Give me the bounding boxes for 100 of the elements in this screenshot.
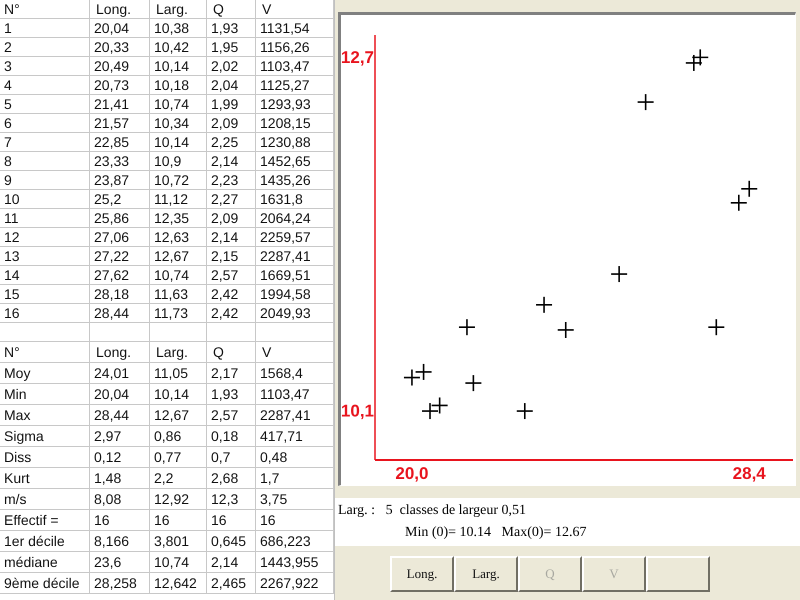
- table-cell: 11,63: [150, 285, 207, 304]
- row-label: 1er décile: [0, 531, 90, 552]
- variable-button[interactable]: Long.: [390, 556, 454, 592]
- row-label: 9: [0, 171, 90, 190]
- table-cell: 10,14: [150, 57, 207, 76]
- table-cell: 3,75: [256, 489, 334, 510]
- table-cell: 10,38: [150, 19, 207, 38]
- empty-cell: [207, 323, 256, 342]
- table-cell: 8,08: [90, 489, 150, 510]
- table-cell: 2,42: [207, 304, 256, 323]
- axis-label: 12,7: [341, 48, 374, 67]
- table-cell: 1293,93: [256, 95, 334, 114]
- data-point: [432, 397, 448, 414]
- table-cell: 10,14: [150, 133, 207, 152]
- row-label: 11: [0, 209, 90, 228]
- table-cell: 1435,26: [256, 171, 334, 190]
- table-cell: 12,92: [150, 489, 207, 510]
- column-header: Larg.: [150, 0, 207, 19]
- table-cell: 2,04: [207, 76, 256, 95]
- table-cell: 2,02: [207, 57, 256, 76]
- table-cell: 10,9: [150, 152, 207, 171]
- table-cell: 2064,24: [256, 209, 334, 228]
- table-cell: 8,166: [90, 531, 150, 552]
- data-point: [404, 370, 420, 386]
- table-cell: 23,33: [90, 152, 150, 171]
- table-cell: 10,14: [150, 384, 207, 405]
- table-cell: 2049,93: [256, 304, 334, 323]
- table-cell: 686,223: [256, 531, 334, 552]
- table-cell: 1131,54: [256, 19, 334, 38]
- table-cell: 20,49: [90, 57, 150, 76]
- column-header: N°: [0, 0, 90, 19]
- row-label: m/s: [0, 489, 90, 510]
- row-label: 9ème décile: [0, 573, 90, 594]
- data-point: [422, 403, 438, 420]
- table-cell: 10,74: [150, 266, 207, 285]
- table-cell: 11,12: [150, 190, 207, 209]
- table-cell: 2,465: [207, 573, 256, 594]
- row-label: 1: [0, 19, 90, 38]
- table-cell: 1156,26: [256, 38, 334, 57]
- table-cell: 2,09: [207, 114, 256, 133]
- table-cell: 1994,58: [256, 285, 334, 304]
- row-label: 5: [0, 95, 90, 114]
- row-label: Diss: [0, 447, 90, 468]
- table-cell: 2,68: [207, 468, 256, 489]
- table-cell: 1669,51: [256, 266, 334, 285]
- table-cell: 1103,47: [256, 57, 334, 76]
- axis-label: 10,1: [341, 402, 374, 421]
- table-cell: 1,99: [207, 95, 256, 114]
- row-label: Max: [0, 405, 90, 426]
- table-cell: 20,04: [90, 19, 150, 38]
- table-cell: 1,93: [207, 19, 256, 38]
- table-cell: 0,645: [207, 531, 256, 552]
- table-cell: 2,14: [207, 228, 256, 247]
- row-label: 15: [0, 285, 90, 304]
- table-cell: 2,14: [207, 152, 256, 171]
- row-label: Sigma: [0, 426, 90, 447]
- row-label: Min: [0, 384, 90, 405]
- data-point: [611, 266, 628, 282]
- variable-button[interactable]: Larg.: [454, 556, 518, 592]
- min-max-text: Min (0)= 10.14 Max(0)= 12.67: [404, 524, 588, 542]
- data-point: [692, 49, 708, 66]
- table-cell: 25,86: [90, 209, 150, 228]
- table-cell: 2287,41: [256, 405, 334, 426]
- table-cell: 22,85: [90, 133, 150, 152]
- table-cell: 1125,27: [256, 76, 334, 95]
- class-info-text: Larg. : 5 classes de largeur 0,51: [338, 502, 528, 520]
- row-label: 3: [0, 57, 90, 76]
- column-header: Long.: [90, 342, 150, 363]
- data-point: [686, 54, 702, 71]
- data-point: [465, 375, 482, 392]
- table-cell: 27,62: [90, 266, 150, 285]
- table-cell: 16: [207, 510, 256, 531]
- table-cell: 2287,41: [256, 247, 334, 266]
- table-cell: 20,73: [90, 76, 150, 95]
- table-cell: 1,95: [207, 38, 256, 57]
- table-cell: 21,57: [90, 114, 150, 133]
- table-cell: 2,23: [207, 171, 256, 190]
- table-cell: 24,01: [90, 363, 150, 384]
- table-cell: 0,12: [90, 447, 150, 468]
- table-cell: 0,7: [207, 447, 256, 468]
- table-cell: 0,77: [150, 447, 207, 468]
- table-cell: 2259,57: [256, 228, 334, 247]
- table-cell: 1230,88: [256, 133, 334, 152]
- table-cell: 2,42: [207, 285, 256, 304]
- column-header: Q: [207, 342, 256, 363]
- table-cell: 10,34: [150, 114, 207, 133]
- data-point: [638, 94, 654, 110]
- row-label: 10: [0, 190, 90, 209]
- row-label: médiane: [0, 552, 90, 573]
- table-cell: 12,67: [150, 405, 207, 426]
- table-cell: 2,25: [207, 133, 256, 152]
- blank-button[interactable]: [646, 556, 710, 592]
- data-point: [558, 322, 574, 338]
- table-cell: 2267,922: [256, 573, 334, 594]
- data-point: [536, 296, 552, 313]
- table-cell: 3,801: [150, 531, 207, 552]
- table-cell: 23,6: [90, 552, 150, 573]
- table-cell: 2,17: [207, 363, 256, 384]
- table-cell: 1452,65: [256, 152, 334, 171]
- column-header: Larg.: [150, 342, 207, 363]
